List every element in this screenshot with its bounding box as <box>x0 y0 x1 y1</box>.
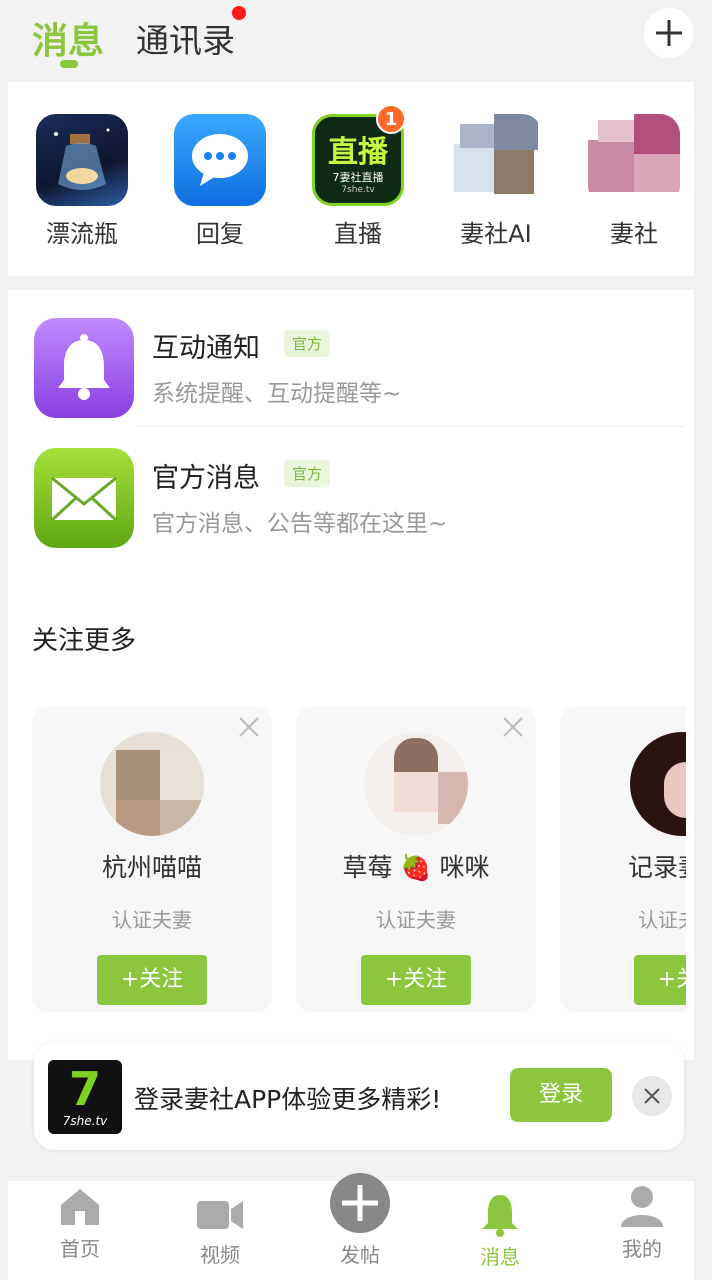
card-name: 草莓 🍓 咪咪 <box>342 853 490 882</box>
live-icon-url: 7she.tv <box>341 185 375 195</box>
unread-dot <box>232 6 246 20</box>
card-name: 记录妻 <box>628 853 686 882</box>
divider <box>138 426 684 427</box>
ai-icon <box>450 114 542 206</box>
avatar[interactable] <box>100 732 204 836</box>
close-banner-button[interactable] <box>632 1076 672 1116</box>
follow-button[interactable]: +关注 <box>97 955 207 1005</box>
home-icon <box>61 1189 99 1225</box>
quick-item-label: 妻社 <box>610 220 658 248</box>
message-list: 互动通知 官方 系统提醒、互动提醒等~ 官方消息 官方 官方消息、公告等都在这里… <box>8 290 694 1060</box>
card-subtitle: 认证夫妻 <box>638 908 686 932</box>
unread-badge: 1 <box>376 104 406 134</box>
quick-item-label: 直播 <box>334 220 382 248</box>
bottom-nav: 首页 视频 发帖 消息 我的 <box>8 1173 694 1280</box>
tab-messages[interactable]: 消息 <box>32 12 104 64</box>
nav-label: 视频 <box>200 1243 240 1267</box>
notice-desc: 官方消息、公告等都在这里~ <box>152 511 448 537</box>
follow-button[interactable]: +关注 <box>634 955 686 1005</box>
recommend-card: 记录妻 认证夫妻 +关注 <box>560 706 686 1012</box>
logo-text: 7she.tv <box>62 1114 108 1128</box>
qishe-icon <box>588 114 680 206</box>
card-subtitle: 认证夫妻 <box>112 908 192 932</box>
login-prompt: 登录妻社APP体验更多精彩! <box>134 1085 442 1114</box>
recommend-card: 杭州喵喵 认证夫妻 +关注 <box>32 706 272 1012</box>
active-tab-indicator <box>60 60 78 68</box>
quick-item-ai[interactable]: 妻社AI <box>436 114 556 249</box>
chat-bubble-icon <box>174 114 266 206</box>
post-plus-icon <box>330 1173 390 1233</box>
nav-label: 发帖 <box>340 1243 380 1267</box>
quick-item-label: 漂流瓶 <box>46 220 118 248</box>
quick-item-label: 妻社AI <box>460 220 532 248</box>
quick-entries: 漂流瓶 回复 直播 7妻社直播 7she.tv 1 直播 妻社AI 妻社 <box>8 82 694 276</box>
nav-label: 首页 <box>60 1237 100 1261</box>
notice-desc: 系统提醒、互动提醒等~ <box>152 381 402 407</box>
close-icon[interactable] <box>500 714 526 740</box>
nav-messages[interactable]: 消息 <box>450 1181 550 1270</box>
notice-title: 官方消息 <box>152 463 260 494</box>
nav-label: 我的 <box>622 1237 662 1261</box>
bottle-icon <box>36 114 128 206</box>
header: 消息 通讯录 <box>8 0 694 82</box>
official-tag: 官方 <box>284 330 331 357</box>
notice-interaction[interactable]: 互动通知 官方 系统提醒、互动提醒等~ <box>34 318 684 428</box>
nav-home[interactable]: 首页 <box>30 1181 130 1262</box>
nav-label: 消息 <box>480 1245 520 1269</box>
quick-item-bottle[interactable]: 漂流瓶 <box>22 114 142 249</box>
plus-icon <box>656 20 682 46</box>
login-banner: 7 7she.tv 登录妻社APP体验更多精彩! 登录 <box>34 1042 684 1150</box>
follow-more-title: 关注更多 <box>32 626 137 656</box>
avatar[interactable] <box>630 732 686 836</box>
quick-item-reply[interactable]: 回复 <box>160 114 280 249</box>
tab-contacts[interactable]: 通讯录 <box>136 14 235 62</box>
follow-button[interactable]: +关注 <box>361 955 471 1005</box>
quick-item-qishe[interactable]: 妻社 <box>574 114 694 249</box>
bell-icon <box>34 318 134 418</box>
nav-video[interactable]: 视频 <box>170 1181 270 1268</box>
recommend-cards: 杭州喵喵 认证夫妻 +关注 草莓 🍓 咪咪 认证夫妻 +关注 记录 认证 + <box>32 706 686 1012</box>
app-logo: 7 7she.tv <box>48 1060 122 1134</box>
login-button[interactable]: 登录 <box>510 1068 612 1122</box>
card-subtitle: 认证夫妻 <box>376 908 456 932</box>
close-icon[interactable] <box>236 714 262 740</box>
app-frame: 消息 通讯录 漂流瓶 回复 直播 7妻社直播 7she.tv 1 直播 妻社AI… <box>8 0 694 1280</box>
avatar[interactable] <box>364 732 468 836</box>
nav-profile[interactable]: 我的 <box>592 1181 692 1262</box>
close-icon <box>644 1088 660 1104</box>
recommend-card: 草莓 🍓 咪咪 认证夫妻 +关注 <box>296 706 536 1012</box>
live-icon-sub: 7妻社直播 <box>332 171 384 184</box>
quick-item-live[interactable]: 直播 7妻社直播 7she.tv 1 直播 <box>298 104 418 249</box>
video-icon <box>197 1201 243 1229</box>
notice-official[interactable]: 官方消息 官方 官方消息、公告等都在这里~ <box>34 448 684 558</box>
card-name: 杭州喵喵 <box>101 853 202 882</box>
quick-item-label: 回复 <box>196 220 244 248</box>
official-tag: 官方 <box>284 460 331 487</box>
nav-post[interactable]: 发帖 <box>310 1173 410 1268</box>
notice-title: 互动通知 <box>152 333 260 364</box>
mail-icon <box>34 448 134 548</box>
profile-icon <box>621 1186 663 1227</box>
bell-icon <box>482 1195 518 1237</box>
add-button[interactable] <box>644 8 694 58</box>
